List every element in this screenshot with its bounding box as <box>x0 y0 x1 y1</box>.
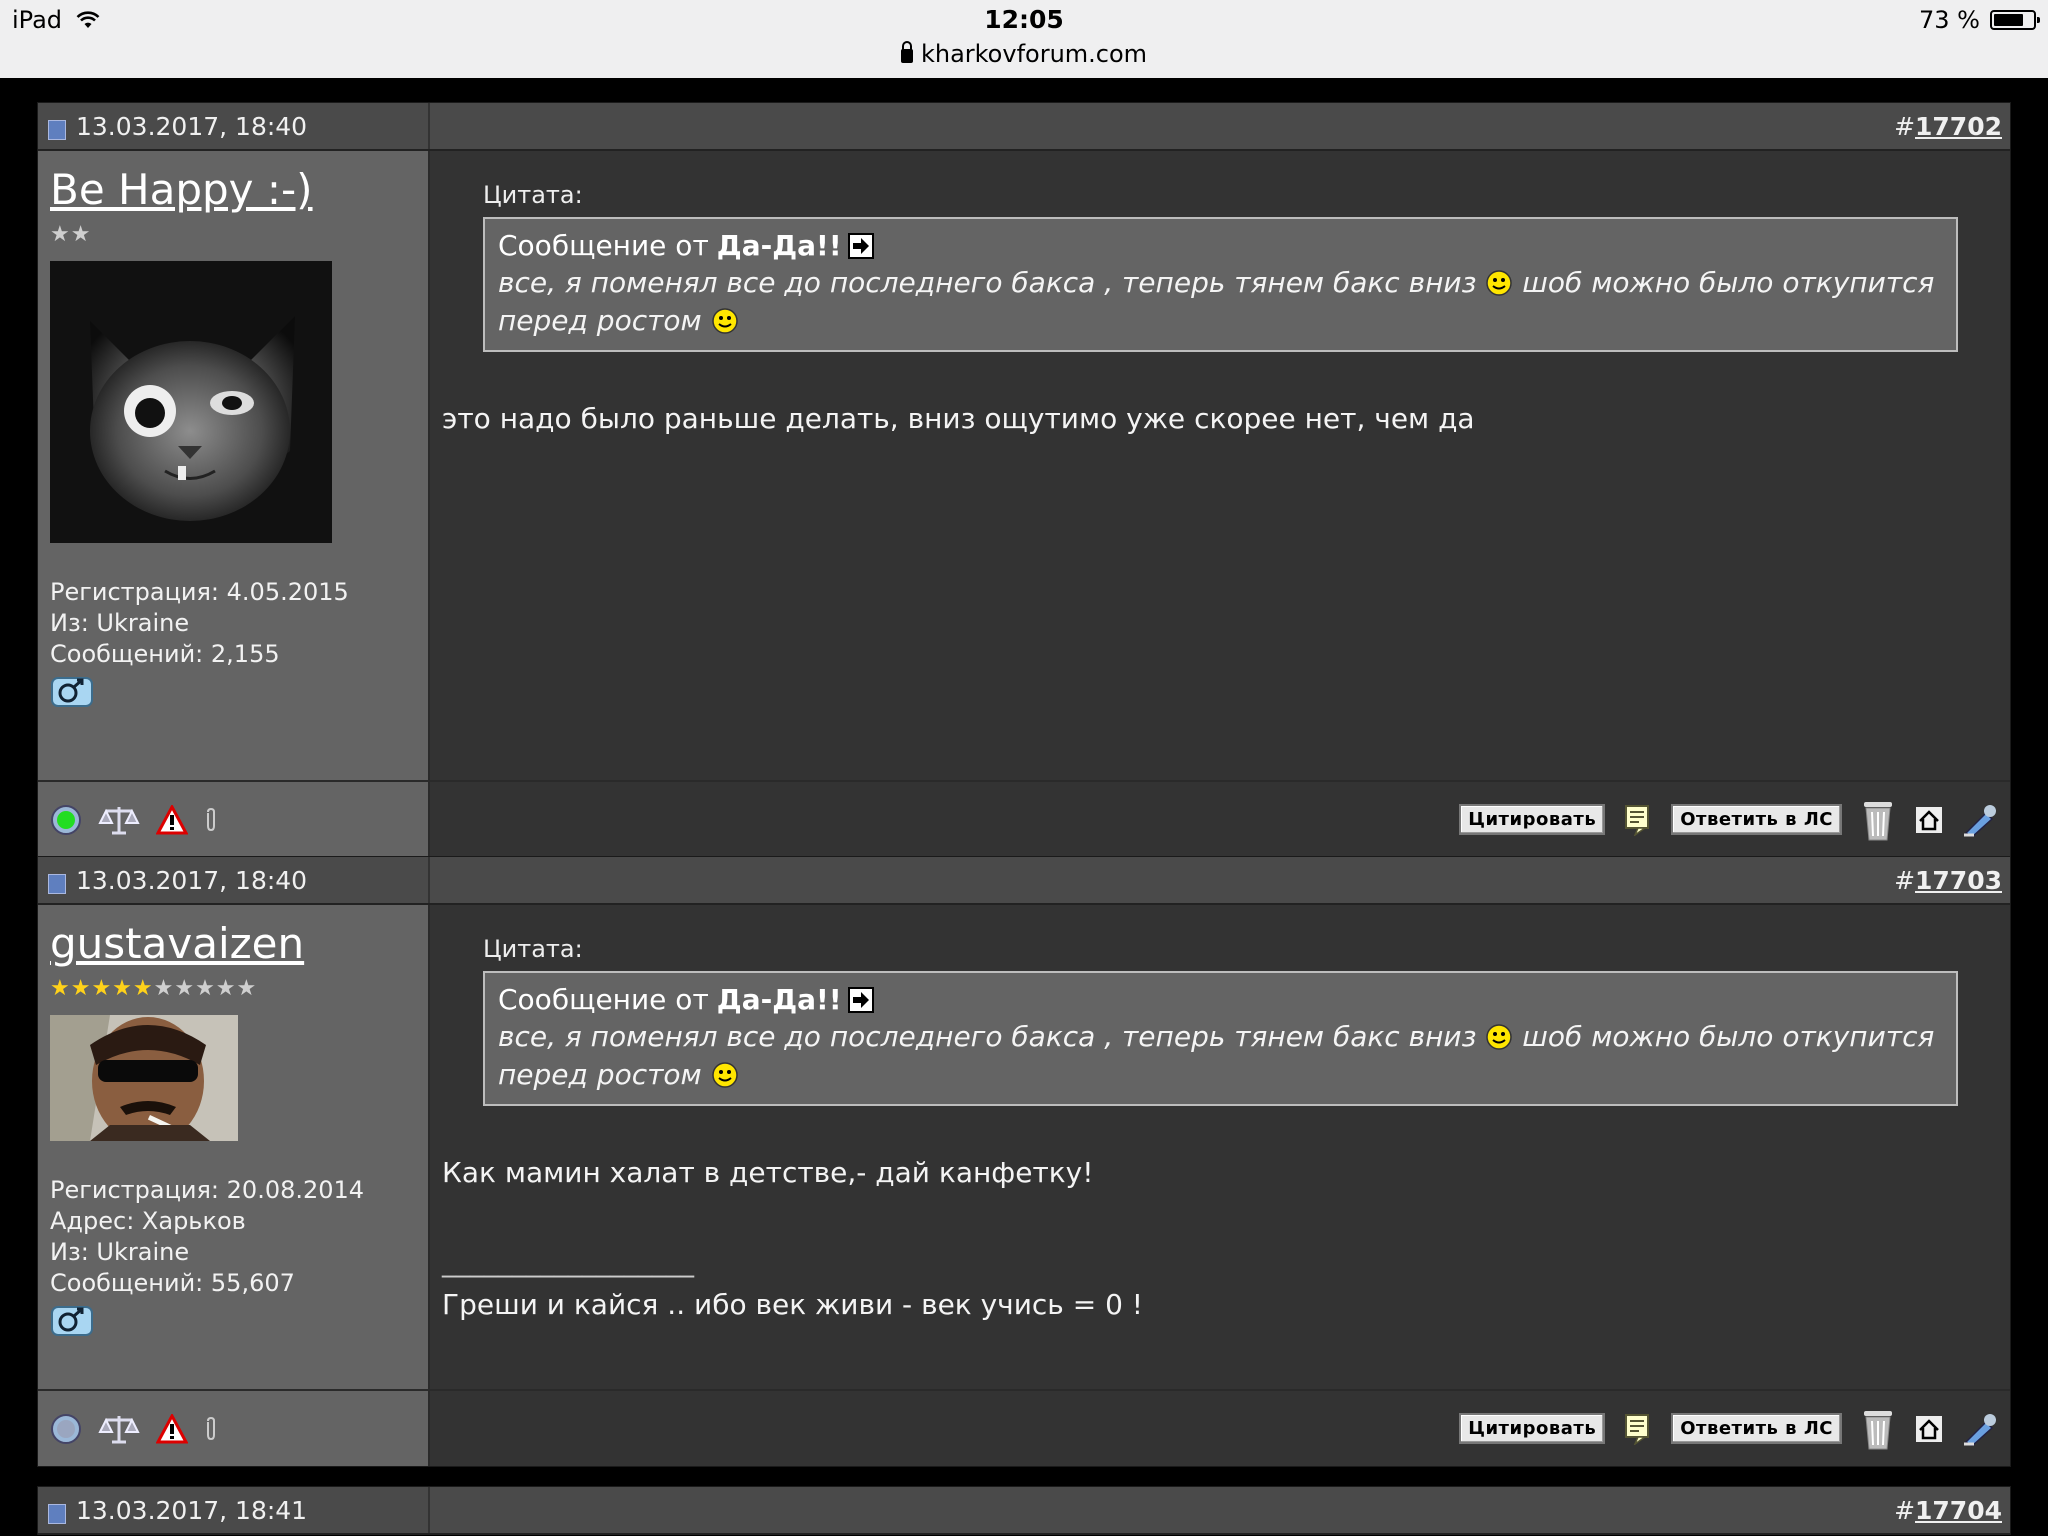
post-number: #17703 <box>1894 866 2002 895</box>
user-info-panel: Be Happy :-) ★★ Регистрация: 4.05.2015 И… <box>38 151 430 780</box>
quote-label: Цитата: <box>483 181 583 209</box>
post-count: Сообщений: 55,607 <box>50 1269 295 1297</box>
edit-user-icon[interactable] <box>1962 1412 2000 1446</box>
url-text: kharkovforum.com <box>920 40 1148 68</box>
lock-icon <box>900 41 913 63</box>
post-body: Be Happy :-) ★★ Регистрация: 4.05.2015 И… <box>38 151 2010 780</box>
post-icon <box>48 119 66 140</box>
post-header: 13.03.2017, 18:40 #17703 <box>38 857 2010 905</box>
gender-icon <box>51 1306 93 1336</box>
post-icon <box>48 873 66 894</box>
registration-date: Регистрация: 4.05.2015 <box>50 578 349 606</box>
user-location: Из: Ukraine <box>50 1238 190 1266</box>
post-number: #17702 <box>1894 112 2002 141</box>
view-post-icon[interactable] <box>847 232 874 259</box>
user-meta: Регистрация: 4.05.2015 Из: Ukraine Сообщ… <box>50 577 416 670</box>
reply-pm-button[interactable]: Ответить в ЛС <box>1671 804 1842 835</box>
post-actions: Цитировать Ответить в ЛС <box>430 782 2010 857</box>
signature-text: Греши и кайся .. ибо век живи - век учис… <box>442 1288 1144 1321</box>
post-date-text: 13.03.2017, 18:40 <box>76 112 308 141</box>
avatar[interactable] <box>50 1015 238 1141</box>
online-status-icon <box>51 804 81 835</box>
post-number: #17704 <box>1894 1496 2002 1525</box>
ios-status-bar: iPad 12:05 73 % kharkovforum.com <box>0 0 2048 78</box>
quote-author: Да-Да!! <box>716 229 842 262</box>
forum-post: 13.03.2017, 18:40 #17703 gustavaizen ★★★… <box>37 856 2011 1467</box>
signature-divider: __________________ <box>442 1245 694 1278</box>
delete-trash-icon[interactable] <box>1860 1407 1896 1451</box>
quote-button[interactable]: Цитировать <box>1459 1413 1606 1444</box>
quote-box: Сообщение от Да-Да!! все, я поменял все … <box>483 971 1958 1106</box>
report-warning-icon[interactable] <box>156 1413 188 1444</box>
user-actions <box>38 782 430 857</box>
post-date: 13.03.2017, 18:40 <box>48 112 307 141</box>
post-footer: Цитировать Ответить в ЛС <box>38 780 2010 857</box>
user-rank-stars: ★★ <box>50 222 92 247</box>
post-date: 13.03.2017, 18:41 <box>48 1496 307 1525</box>
message-text: это надо было раньше делать, вниз ощутим… <box>442 402 1475 435</box>
user-actions <box>38 1391 430 1466</box>
user-address: Адрес: Харьков <box>50 1207 246 1235</box>
paperclip-icon <box>207 1416 215 1440</box>
forum-post: 13.03.2017, 18:40 #17702 Be Happy :-) ★★ <box>37 102 2011 858</box>
quote-label: Цитата: <box>483 935 583 963</box>
post-permalink[interactable]: 17703 <box>1915 866 2002 895</box>
post-actions: Цитировать Ответить в ЛС <box>430 1391 2010 1466</box>
smile-icon <box>711 1062 738 1088</box>
view-post-icon[interactable] <box>847 986 874 1013</box>
edit-user-icon[interactable] <box>1962 803 2000 837</box>
forum-post: 13.03.2017, 18:41 #17704 <box>37 1486 2011 1535</box>
post-body: gustavaizen ★★★★★★★★★★ Регистрация: 20.0… <box>38 905 2010 1389</box>
quote-text: все, я поменял все до последнего бакса ,… <box>498 1020 1935 1091</box>
quote-source: Сообщение от Да-Да!! <box>498 983 1943 1016</box>
post-content: Цитата: Сообщение от Да-Да!! все, я поме… <box>430 905 2010 1389</box>
address-bar[interactable]: kharkovforum.com <box>0 40 2048 68</box>
gender-icon <box>51 677 93 707</box>
post-content: Цитата: Сообщение от Да-Да!! все, я поме… <box>430 151 2010 780</box>
battery-percent: 73 % <box>1919 6 1980 34</box>
multi-quote-icon[interactable] <box>1623 1413 1653 1445</box>
user-rank-stars: ★★★★★★★★★★ <box>50 976 258 1001</box>
report-warning-icon[interactable] <box>156 804 188 835</box>
smile-icon <box>1486 270 1513 296</box>
smile-icon <box>711 308 738 334</box>
message-text: Как мамин халат в детстве,- дай канфетку… <box>442 1156 1094 1189</box>
post-count: Сообщений: 2,155 <box>50 640 280 668</box>
post-permalink[interactable]: 17704 <box>1915 1496 2002 1525</box>
reputation-scales-icon[interactable] <box>98 1412 140 1446</box>
registration-date: Регистрация: 20.08.2014 <box>50 1176 365 1204</box>
quote-text: все, я поменял все до последнего бакса ,… <box>498 266 1935 337</box>
user-location: Из: Ukraine <box>50 609 190 637</box>
home-top-icon[interactable] <box>1914 804 1944 835</box>
clock: 12:05 <box>984 5 1064 34</box>
paperclip-icon <box>207 807 215 831</box>
post-footer: Цитировать Ответить в ЛС <box>38 1389 2010 1466</box>
post-date-text: 13.03.2017, 18:41 <box>76 1496 308 1525</box>
quote-box: Сообщение от Да-Да!! все, я поменял все … <box>483 217 1958 352</box>
post-date: 13.03.2017, 18:40 <box>48 866 307 895</box>
smile-icon <box>1486 1024 1513 1050</box>
status-right: 73 % <box>1919 6 2040 34</box>
delete-trash-icon[interactable] <box>1860 798 1896 842</box>
post-permalink[interactable]: 17702 <box>1915 112 2002 141</box>
post-header: 13.03.2017, 18:40 #17702 <box>38 103 2010 151</box>
post-icon <box>48 1503 66 1524</box>
reply-pm-button[interactable]: Ответить в ЛС <box>1671 1413 1842 1444</box>
post-date-text: 13.03.2017, 18:40 <box>76 866 308 895</box>
user-meta: Регистрация: 20.08.2014 Адрес: Харьков И… <box>50 1175 416 1299</box>
username-link[interactable]: gustavaizen <box>50 919 304 968</box>
home-top-icon[interactable] <box>1914 1413 1944 1444</box>
avatar[interactable] <box>50 261 332 543</box>
multi-quote-icon[interactable] <box>1623 804 1653 836</box>
user-info-panel: gustavaizen ★★★★★★★★★★ Регистрация: 20.0… <box>38 905 430 1389</box>
offline-status-icon <box>51 1413 81 1444</box>
reputation-scales-icon[interactable] <box>98 803 140 837</box>
quote-source: Сообщение от Да-Да!! <box>498 229 1943 262</box>
quote-author: Да-Да!! <box>716 983 842 1016</box>
quote-button[interactable]: Цитировать <box>1459 804 1606 835</box>
username-link[interactable]: Be Happy :-) <box>50 165 313 214</box>
battery-icon <box>1990 10 2040 30</box>
post-header: 13.03.2017, 18:41 #17704 <box>38 1487 2010 1535</box>
